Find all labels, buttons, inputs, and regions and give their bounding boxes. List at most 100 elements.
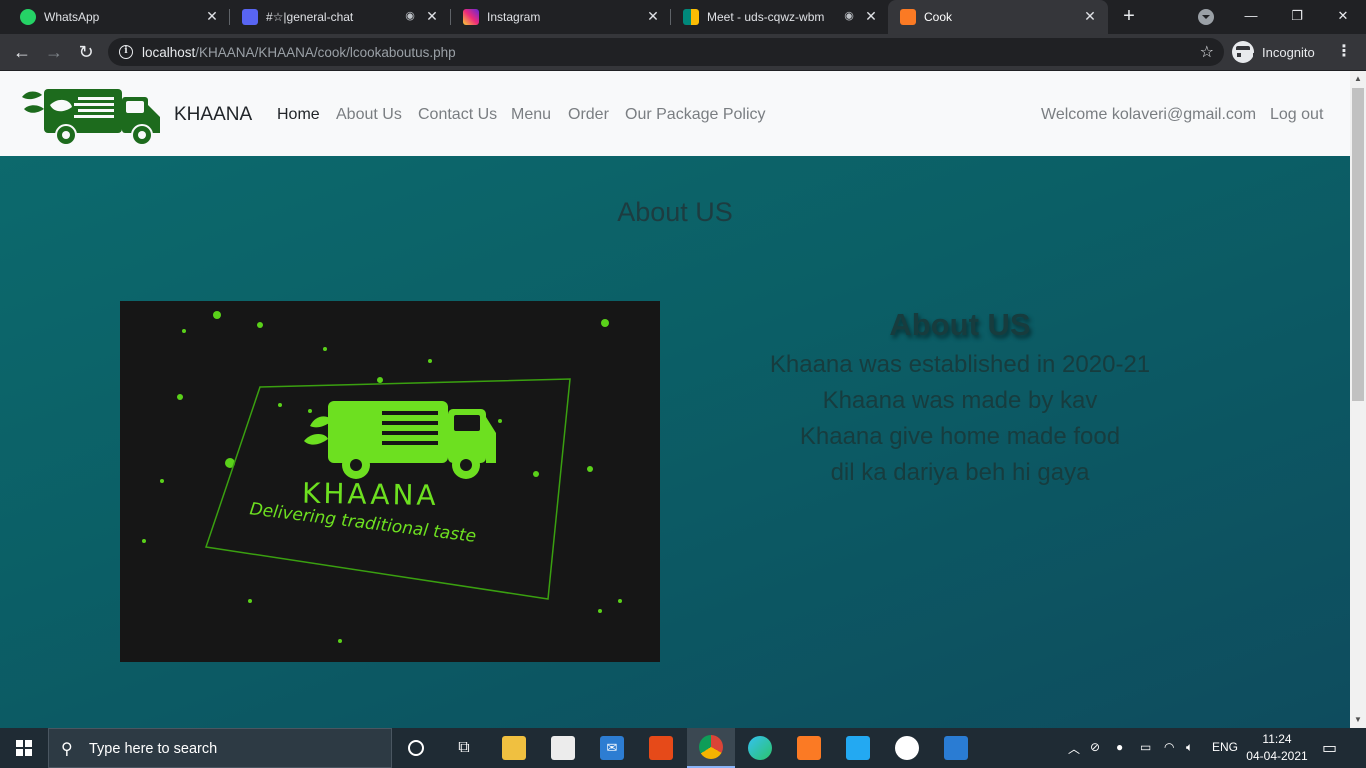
search-icon: ⚲ (61, 741, 73, 758)
close-icon[interactable]: ✕ (1082, 8, 1098, 24)
xampp-icon (797, 736, 821, 760)
back-button[interactable]: ← (8, 38, 36, 66)
battery-icon[interactable]: ▭ (1140, 740, 1151, 754)
start-button[interactable] (0, 728, 48, 768)
close-icon[interactable]: ✕ (645, 8, 661, 24)
windows-logo-icon (16, 740, 32, 756)
nav-order[interactable]: Order (568, 106, 609, 124)
close-icon[interactable]: ✕ (204, 8, 220, 24)
tab-label: #☆|general-chat (266, 10, 354, 24)
minimize-button[interactable]: — (1228, 0, 1274, 34)
notifications-icon[interactable]: ▭ (1322, 738, 1342, 758)
taskbar-vscode[interactable] (834, 728, 882, 768)
address-bar[interactable]: i localhost/KHAANA/KHAANA/cook/lcookabou… (108, 38, 1224, 66)
site-navbar: KHAANA Home About Us Contact Us Menu Ord… (0, 71, 1350, 156)
new-tab-button[interactable]: + (1117, 5, 1141, 29)
cortana-icon (408, 740, 424, 756)
truck-logo-icon[interactable] (18, 83, 164, 147)
browser-toolbar: ← → ↻ i localhost/KHAANA/KHAANA/cook/lco… (0, 34, 1366, 71)
taskbar-file-explorer[interactable] (490, 728, 538, 768)
url-text[interactable]: localhost/KHAANA/KHAANA/cook/lcookaboutu… (142, 45, 456, 60)
taskbar-app[interactable] (883, 728, 931, 768)
restore-button[interactable]: ❐ (1274, 0, 1320, 34)
taskbar-search[interactable]: ⚲ Type here to search (48, 728, 392, 768)
nav-about-us[interactable]: About Us (336, 106, 402, 124)
whatsapp-icon (20, 9, 36, 25)
discord-icon (242, 9, 258, 25)
banner-artwork: KHAANA Delivering traditional taste (142, 311, 622, 643)
instagram-icon (463, 9, 479, 25)
tab-google-meet[interactable]: Meet - uds-cqwz-wbm ◉ ✕ (671, 0, 887, 34)
edge-icon (748, 736, 772, 760)
taskbar-office[interactable] (637, 728, 685, 768)
taskbar-edge[interactable] (736, 728, 784, 768)
microphone-icon[interactable]: ● (1116, 740, 1123, 754)
page-title: About US (617, 197, 733, 227)
about-line: Khaana was made by kav (822, 387, 1098, 414)
show-hidden-icons-chevron-icon[interactable]: ︿ (1068, 740, 1080, 757)
mail-icon: ✉ (600, 736, 624, 760)
wifi-icon[interactable]: ◠ (1164, 740, 1174, 754)
clock-date: 04-04-2021 (1246, 749, 1308, 763)
nav-package-policy[interactable]: Our Package Policy (625, 106, 766, 124)
tab-search-icon[interactable] (1198, 9, 1214, 25)
url-host: localhost (142, 45, 196, 60)
bookmark-star-icon[interactable]: ☆ (1200, 42, 1214, 62)
about-section: About US Khaana was established in 2020-… (760, 307, 1160, 491)
incognito-icon (1232, 41, 1257, 63)
xampp-icon (900, 9, 916, 25)
site-info-icon[interactable]: i (119, 45, 133, 59)
nav-menu[interactable]: Menu (511, 106, 551, 124)
welcome-user: Welcome kolaveri@gmail.com (1041, 106, 1257, 123)
forward-button[interactable]: → (40, 38, 68, 66)
store-icon (551, 736, 575, 760)
taskbar-photos[interactable] (932, 728, 980, 768)
incognito-profile[interactable]: Incognito (1232, 40, 1315, 64)
search-placeholder: Type here to search (89, 741, 218, 757)
vscode-icon (846, 736, 870, 760)
tab-label: Cook (924, 10, 953, 24)
language-indicator[interactable]: ENG (1212, 740, 1238, 754)
taskbar-xampp[interactable] (785, 728, 833, 768)
office-icon (649, 736, 673, 760)
tab-whatsapp[interactable]: WhatsApp ✕ (8, 0, 228, 34)
tab-general-chat[interactable]: #☆|general-chat ◉ ✕ (230, 0, 450, 34)
logout-link[interactable]: Log out (1270, 106, 1323, 124)
window-close-button[interactable]: ✕ (1320, 0, 1366, 34)
scrollbar-thumb[interactable] (1352, 88, 1364, 401)
about-line: Khaana give home made food (799, 423, 1121, 450)
app-icon (895, 736, 919, 760)
taskbar-store[interactable] (539, 728, 587, 768)
banner-brand-text: KHAANA (302, 477, 439, 512)
taskbar-mail[interactable]: ✉ (588, 728, 636, 768)
tab-instagram[interactable]: Instagram ✕ (451, 0, 671, 34)
nav-contact-us[interactable]: Contact Us (418, 106, 497, 124)
tab-cook[interactable]: Cook ✕ (888, 0, 1108, 34)
cortana-button[interactable] (392, 728, 440, 768)
google-meet-icon (683, 9, 699, 25)
tab-label: Instagram (487, 10, 541, 24)
brand-name[interactable]: KHAANA (174, 104, 252, 126)
browser-menu-icon[interactable]: ⋮ (1334, 40, 1354, 64)
photos-icon (944, 736, 968, 760)
scroll-up-arrow-icon[interactable]: ▲ (1350, 71, 1366, 87)
page-scrollbar[interactable]: ▲ ▼ (1350, 71, 1366, 728)
system-clock[interactable]: 11:24 04-04-2021 (1244, 731, 1310, 765)
profile-label: Incognito (1262, 44, 1315, 60)
reload-button[interactable]: ↻ (72, 38, 100, 66)
browser-tab-strip: WhatsApp ✕ #☆|general-chat ◉ ✕ Instagram… (0, 0, 1366, 34)
clock-time: 11:24 (1262, 732, 1292, 746)
close-icon[interactable]: ✕ (424, 8, 440, 24)
volume-icon[interactable]: 🔈︎ (1186, 740, 1193, 755)
taskbar-chrome[interactable] (687, 728, 735, 768)
khaana-banner-image: KHAANA Delivering traditional taste (120, 301, 660, 662)
about-line: Khaana was established in 2020-21 (769, 351, 1151, 378)
network-off-icon[interactable]: ⊘ (1090, 740, 1100, 754)
close-icon[interactable]: ✕ (863, 8, 879, 24)
folder-icon (502, 736, 526, 760)
url-path: /KHAANA/KHAANA/cook/lcookaboutus.php (195, 45, 456, 60)
task-view-button[interactable]: ⧉ (440, 728, 488, 768)
about-heading: About US (889, 307, 1031, 342)
scroll-down-arrow-icon[interactable]: ▼ (1350, 712, 1366, 728)
nav-home[interactable]: Home (277, 106, 320, 124)
